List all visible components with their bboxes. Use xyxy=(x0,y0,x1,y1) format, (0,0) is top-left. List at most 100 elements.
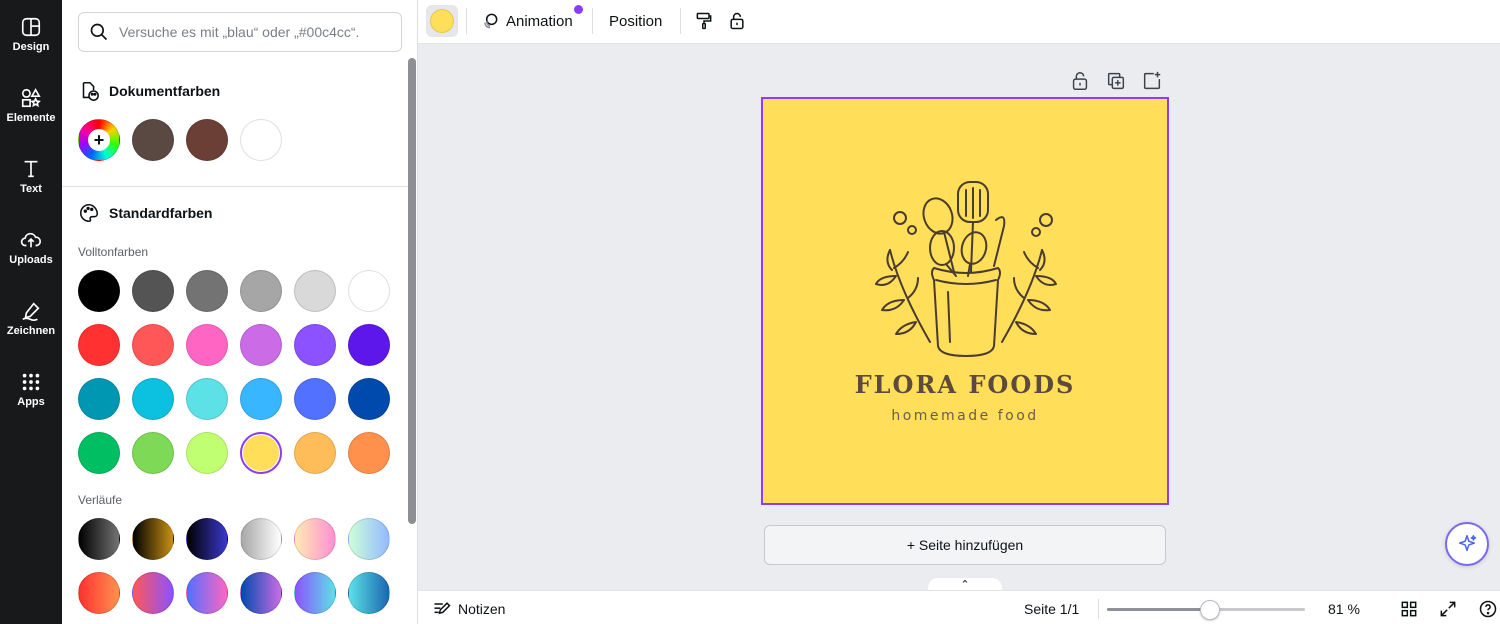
gradient-swatch[interactable] xyxy=(78,518,120,560)
color-swatch[interactable] xyxy=(240,432,282,474)
gradient-swatch[interactable] xyxy=(294,518,336,560)
color-swatch[interactable] xyxy=(78,432,120,474)
gradient-swatch[interactable] xyxy=(294,572,336,614)
color-search-input[interactable] xyxy=(119,24,389,40)
color-swatch[interactable] xyxy=(132,378,174,420)
color-swatch[interactable] xyxy=(132,270,174,312)
color-swatch[interactable] xyxy=(348,270,390,312)
gradient-swatch[interactable] xyxy=(78,572,120,614)
page-count[interactable]: Seite 1/1 xyxy=(1024,601,1079,617)
color-swatch[interactable] xyxy=(186,324,228,366)
zoom-slider[interactable] xyxy=(1107,600,1305,620)
text-icon xyxy=(24,160,38,178)
rail-item-draw[interactable]: Zeichnen xyxy=(0,294,62,354)
brand-subtitle[interactable]: homemade food xyxy=(766,408,1164,424)
design-page[interactable]: FLORA FOODS homemade food xyxy=(761,97,1169,505)
color-swatch[interactable] xyxy=(78,270,120,312)
elements-icon xyxy=(21,88,41,108)
grid-view-icon[interactable] xyxy=(1399,599,1419,619)
notes-button[interactable]: Notizen xyxy=(432,599,505,619)
draw-icon xyxy=(22,302,40,321)
section-divider xyxy=(62,186,408,187)
color-swatch[interactable] xyxy=(294,324,336,366)
gradient-swatch[interactable] xyxy=(240,572,282,614)
palette-icon xyxy=(80,203,99,223)
brand-title[interactable]: FLORA FOODS xyxy=(766,370,1164,399)
color-swatch[interactable] xyxy=(186,432,228,474)
doc-colors-header: Dokumentfarben xyxy=(78,80,220,102)
gradients-label: Verläufe xyxy=(78,493,123,507)
new-feature-dot xyxy=(574,5,583,14)
animation-button[interactable]: Animation xyxy=(480,6,573,36)
color-search-box[interactable] xyxy=(78,12,402,52)
rail-item-text[interactable]: Text xyxy=(0,152,62,212)
left-rail: Design Elemente Text Uploads Zeichnen Ap… xyxy=(0,0,62,624)
rail-item-uploads[interactable]: Uploads xyxy=(0,223,62,283)
solid-color-row xyxy=(78,432,390,474)
unlock-icon xyxy=(730,12,744,30)
add-page-icon[interactable] xyxy=(1141,70,1163,92)
rail-label-apps: Apps xyxy=(17,396,45,408)
solid-color-row xyxy=(78,324,390,366)
bottom-bar: Notizen Seite 1/1 81 % xyxy=(418,590,1500,624)
current-color-swatch xyxy=(430,9,454,33)
text-color-button[interactable] xyxy=(426,5,458,37)
add-color-button[interactable]: + xyxy=(78,119,120,161)
position-button[interactable]: Position xyxy=(609,6,662,36)
color-swatch[interactable] xyxy=(348,378,390,420)
gradient-swatch[interactable] xyxy=(132,518,174,560)
zoom-percentage[interactable]: 81 % xyxy=(1328,601,1360,617)
fullscreen-icon[interactable] xyxy=(1438,599,1458,619)
lock-button[interactable] xyxy=(727,6,747,36)
color-swatch[interactable] xyxy=(132,432,174,474)
color-swatch[interactable] xyxy=(186,378,228,420)
color-swatch[interactable] xyxy=(348,324,390,366)
panel-scrollbar[interactable] xyxy=(408,58,416,524)
gradient-swatch[interactable] xyxy=(186,518,228,560)
plus-icon: + xyxy=(88,129,110,151)
gradient-swatch[interactable] xyxy=(132,572,174,614)
color-swatch[interactable] xyxy=(78,324,120,366)
sparkle-icon xyxy=(1458,535,1477,552)
color-swatch[interactable] xyxy=(294,432,336,474)
gradient-swatch[interactable] xyxy=(240,518,282,560)
gradient-swatch[interactable] xyxy=(348,572,390,614)
document-palette-icon xyxy=(82,81,99,101)
magic-assistant-button[interactable] xyxy=(1445,522,1489,566)
color-swatch[interactable] xyxy=(348,432,390,474)
copy-style-button[interactable] xyxy=(694,6,714,36)
zoom-slider-thumb[interactable] xyxy=(1199,600,1220,620)
top-toolbar: Animation Position xyxy=(418,0,1500,44)
gradient-color-row xyxy=(78,518,390,560)
default-colors-title: Standardfarben xyxy=(109,205,213,221)
color-swatch[interactable] xyxy=(132,324,174,366)
doc-colors-title: Dokumentfarben xyxy=(109,83,221,99)
rail-item-elements[interactable]: Elemente xyxy=(0,81,62,141)
gradient-swatch[interactable] xyxy=(348,518,390,560)
lock-page-icon[interactable] xyxy=(1069,70,1091,92)
help-icon[interactable] xyxy=(1478,599,1498,619)
color-swatch[interactable] xyxy=(186,270,228,312)
doc-color-swatch[interactable] xyxy=(186,119,228,161)
color-swatch[interactable] xyxy=(240,324,282,366)
gradient-swatch[interactable] xyxy=(186,572,228,614)
add-page-button[interactable]: + Seite hinzufügen xyxy=(764,525,1166,565)
doc-color-swatch[interactable] xyxy=(240,119,282,161)
color-swatch[interactable] xyxy=(294,378,336,420)
rail-item-apps[interactable]: Apps xyxy=(0,365,62,425)
doc-color-swatch[interactable] xyxy=(132,119,174,161)
color-swatch[interactable] xyxy=(240,378,282,420)
gradient-color-row xyxy=(78,572,390,614)
color-swatch[interactable] xyxy=(78,378,120,420)
duplicate-page-icon[interactable] xyxy=(1105,70,1127,92)
color-swatch[interactable] xyxy=(240,270,282,312)
default-colors-header: Standardfarben xyxy=(78,202,212,224)
color-swatch[interactable] xyxy=(294,270,336,312)
zoom-slider-fill xyxy=(1107,608,1210,611)
animation-label: Animation xyxy=(506,12,573,30)
design-icon xyxy=(21,17,41,37)
kitchen-utensils-illustration[interactable] xyxy=(866,172,1066,362)
rail-item-design[interactable]: Design xyxy=(0,10,62,70)
page-background[interactable]: FLORA FOODS homemade food xyxy=(766,102,1164,500)
solid-colors-label: Volltonfarben xyxy=(78,245,149,259)
